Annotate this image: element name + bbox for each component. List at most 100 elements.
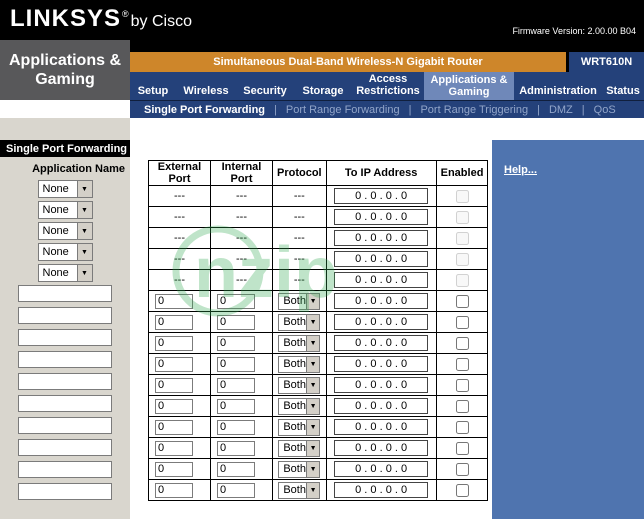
tab-storage[interactable]: Storage: [294, 72, 352, 100]
protocol-select[interactable]: Both ▼: [278, 418, 321, 436]
enabled-checkbox[interactable]: [455, 462, 469, 476]
internal-port-input[interactable]: [217, 377, 255, 393]
internal-port-input[interactable]: [217, 356, 255, 372]
application-select[interactable]: None ▼: [37, 222, 93, 240]
dropdown-arrow-icon: ▼: [76, 265, 92, 281]
ip-address-field[interactable]: 0 . 0 . 0 . 0: [334, 377, 429, 393]
protocol-select[interactable]: Both ▼: [278, 439, 321, 457]
protocol-select[interactable]: Both ▼: [278, 334, 321, 352]
external-port-input[interactable]: [155, 314, 193, 330]
external-port-input[interactable]: [155, 461, 193, 477]
protocol-select[interactable]: Both ▼: [278, 460, 321, 478]
enabled-checkbox[interactable]: [455, 378, 469, 392]
tab-wireless[interactable]: Wireless: [176, 72, 236, 100]
application-name-input[interactable]: [18, 285, 112, 302]
application-select[interactable]: None ▼: [37, 243, 93, 261]
subnav-qos[interactable]: QoS: [594, 104, 616, 116]
tab-setup[interactable]: Setup: [130, 72, 176, 100]
subnav-port-range-triggering[interactable]: Port Range Triggering: [420, 104, 528, 116]
help-panel: Help...: [492, 118, 644, 519]
ip-address-field[interactable]: 0 . 0 . 0 . 0: [334, 251, 429, 267]
application-name-input[interactable]: [18, 461, 112, 478]
external-port-input[interactable]: [155, 419, 193, 435]
ip-address-field[interactable]: 0 . 0 . 0 . 0: [334, 461, 429, 477]
application-select-value: None: [42, 246, 69, 258]
header: Applications & Gaming Simultaneous Dual-…: [0, 40, 644, 100]
ip-address-field[interactable]: 0 . 0 . 0 . 0: [334, 335, 429, 351]
application-name-input[interactable]: [18, 439, 112, 456]
protocol-select[interactable]: Both ▼: [278, 376, 321, 394]
ip-address-field[interactable]: 0 . 0 . 0 . 0: [334, 230, 429, 246]
tab-administration[interactable]: Administration: [514, 72, 602, 100]
logo-registered-mark: ®: [122, 9, 129, 19]
subnav-single-port-forwarding[interactable]: Single Port Forwarding: [144, 104, 265, 116]
external-port-input[interactable]: [155, 356, 193, 372]
ip-address-field[interactable]: 0 . 0 . 0 . 0: [334, 398, 429, 414]
enabled-checkbox[interactable]: [455, 294, 469, 308]
ip-address-field[interactable]: 0 . 0 . 0 . 0: [334, 482, 429, 498]
external-port-input[interactable]: [155, 482, 193, 498]
external-port-input[interactable]: [155, 377, 193, 393]
internal-port-input[interactable]: [217, 293, 255, 309]
enabled-checkbox[interactable]: [455, 420, 469, 434]
enabled-checkbox[interactable]: [455, 315, 469, 329]
external-port-input[interactable]: [155, 335, 193, 351]
subnav-port-range-forwarding[interactable]: Port Range Forwarding: [286, 104, 400, 116]
column-header: To IP Address: [325, 160, 437, 186]
application-select[interactable]: None ▼: [37, 180, 93, 198]
application-name-input[interactable]: [18, 307, 112, 324]
ip-address-field[interactable]: 0 . 0 . 0 . 0: [334, 188, 429, 204]
router-title: Simultaneous Dual-Band Wireless-N Gigabi…: [130, 52, 566, 72]
enabled-checkbox[interactable]: [455, 441, 469, 455]
application-name-input[interactable]: [18, 395, 112, 412]
enabled-checkbox[interactable]: [455, 336, 469, 350]
application-selects: None ▼ None ▼ None ▼ None ▼ None ▼: [0, 180, 130, 282]
ip-address-field[interactable]: 0 . 0 . 0 . 0: [334, 356, 429, 372]
external-port-input[interactable]: [155, 293, 193, 309]
internal-port-input[interactable]: [217, 335, 255, 351]
ip-address-field[interactable]: 0 . 0 . 0 . 0: [334, 272, 429, 288]
enabled-checkbox[interactable]: [455, 483, 469, 497]
external-port-input[interactable]: [155, 440, 193, 456]
internal-port-input[interactable]: [217, 440, 255, 456]
ip-address-field[interactable]: 0 . 0 . 0 . 0: [334, 293, 429, 309]
page-title: Applications & Gaming: [0, 40, 130, 100]
internal-port-input[interactable]: [217, 482, 255, 498]
external-port-input[interactable]: [155, 398, 193, 414]
tab-access-restrictions[interactable]: Access Restrictions: [352, 72, 424, 100]
ip-address-field[interactable]: 0 . 0 . 0 . 0: [334, 440, 429, 456]
application-name-input[interactable]: [18, 351, 112, 368]
dropdown-arrow-icon: ▼: [76, 181, 92, 197]
application-name-input[interactable]: [18, 483, 112, 500]
external-port-value: ---: [174, 274, 185, 286]
internal-port-input[interactable]: [217, 398, 255, 414]
internal-port-input[interactable]: [217, 314, 255, 330]
application-select[interactable]: None ▼: [37, 264, 93, 282]
tab-applications-gaming[interactable]: Applications & Gaming: [424, 72, 514, 100]
subnav-dmz[interactable]: DMZ: [549, 104, 573, 116]
application-name-input[interactable]: [18, 373, 112, 390]
protocol-select[interactable]: Both ▼: [278, 292, 321, 310]
table-row: Both▼ 0 . 0 . 0 . 0: [148, 458, 489, 480]
tab-status[interactable]: Status: [602, 72, 644, 100]
help-link[interactable]: Help...: [504, 164, 537, 176]
application-select-value: None: [42, 204, 69, 216]
application-name-input[interactable]: [18, 329, 112, 346]
ip-address-field[interactable]: 0 . 0 . 0 . 0: [334, 419, 429, 435]
protocol-select[interactable]: Both ▼: [278, 355, 321, 373]
dropdown-arrow-icon: ▼: [305, 419, 320, 435]
protocol-value: Both: [283, 400, 306, 412]
internal-port-input[interactable]: [217, 419, 255, 435]
protocol-select[interactable]: Both ▼: [278, 313, 321, 331]
internal-port-input[interactable]: [217, 461, 255, 477]
ip-address-field[interactable]: 0 . 0 . 0 . 0: [334, 314, 429, 330]
application-select[interactable]: None ▼: [37, 201, 93, 219]
protocol-select[interactable]: Both ▼: [278, 481, 321, 499]
internal-port-value: ---: [236, 232, 247, 244]
tab-security[interactable]: Security: [236, 72, 294, 100]
ip-address-field[interactable]: 0 . 0 . 0 . 0: [334, 209, 429, 225]
protocol-select[interactable]: Both ▼: [278, 397, 321, 415]
enabled-checkbox[interactable]: [455, 357, 469, 371]
application-name-input[interactable]: [18, 417, 112, 434]
enabled-checkbox[interactable]: [455, 399, 469, 413]
